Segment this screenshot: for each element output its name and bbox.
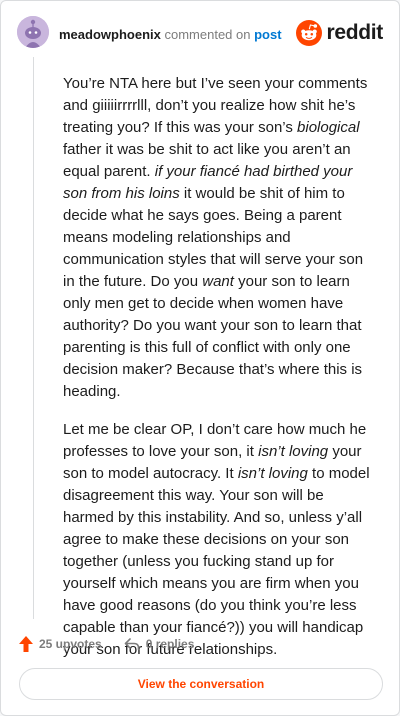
emphasis-run: want (202, 273, 234, 290)
reply-count: 0 replies (145, 637, 195, 651)
comment-card: meadowphoenix commented on post reddit Y… (0, 0, 400, 716)
snoo-avatar-icon (17, 16, 49, 48)
upvote-arrow-icon (19, 636, 33, 652)
comment-body: You’re NTA here but I’ve seen your comme… (63, 73, 377, 677)
author-line: meadowphoenix commented on post (59, 27, 282, 43)
comment-paragraph: You’re NTA here but I’ve seen your comme… (63, 73, 377, 403)
text-run: to model disagreement this way. Your son… (63, 465, 370, 658)
comment-footer: 25 upvotes 0 replies (19, 635, 194, 653)
text-run: your son to learn only men get to decide… (63, 273, 363, 400)
comment-paragraph: Let me be clear OP, I don’t care how muc… (63, 419, 377, 661)
post-link[interactable]: post (254, 27, 281, 42)
comment-header: meadowphoenix commented on post reddit (17, 16, 383, 52)
emphasis-run: biological (297, 119, 360, 136)
reddit-snoo-icon (296, 20, 323, 46)
reddit-logo-text: reddit (326, 21, 383, 44)
replies-button[interactable]: 0 replies (124, 637, 195, 651)
avatar[interactable] (17, 16, 49, 48)
reply-arrow-icon (124, 638, 140, 651)
view-conversation-button[interactable]: View the conversation (19, 668, 383, 700)
emphasis-run: isn’t loving (258, 443, 329, 460)
author-name[interactable]: meadowphoenix (59, 27, 161, 42)
emphasis-run: isn’t loving (237, 465, 308, 482)
reddit-logo[interactable]: reddit (296, 19, 383, 47)
upvote-button[interactable]: 25 upvotes (19, 636, 102, 652)
thread-line (33, 57, 34, 619)
upvote-count: 25 upvotes (39, 637, 102, 651)
commented-on-text: commented on (164, 27, 251, 42)
